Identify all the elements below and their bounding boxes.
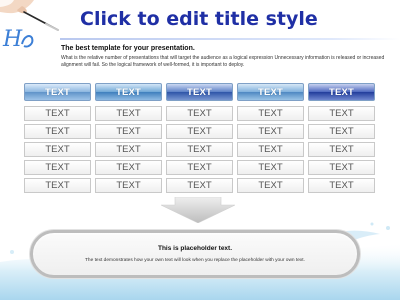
text-table: TEXT TEXT TEXT TEXT TEXT TEXT TEXT TEXT … (24, 83, 377, 195)
table-cell[interactable]: TEXT (308, 178, 375, 193)
table-cell[interactable]: TEXT (95, 106, 162, 121)
table-cell[interactable]: TEXT (166, 178, 233, 193)
table-header-cell[interactable]: TEXT (95, 83, 162, 101)
table-cell[interactable]: TEXT (95, 124, 162, 139)
placeholder-text-box[interactable]: This is placeholder text. The text demon… (30, 230, 360, 278)
table-cell[interactable]: TEXT (95, 142, 162, 157)
table-cell[interactable]: TEXT (308, 142, 375, 157)
title-divider (60, 38, 400, 40)
table-cell[interactable]: TEXT (308, 160, 375, 175)
table-cell[interactable]: TEXT (166, 142, 233, 157)
slide-body-text[interactable]: What is the relative number of presentat… (61, 55, 395, 69)
table-cell[interactable]: TEXT (24, 124, 91, 139)
table-cell[interactable]: TEXT (95, 160, 162, 175)
placeholder-body-text: The text demonstrates how your own text … (85, 258, 305, 263)
table-cell[interactable]: TEXT (95, 178, 162, 193)
down-arrow-icon (161, 197, 235, 223)
table-cell[interactable]: TEXT (166, 124, 233, 139)
table-cell[interactable]: TEXT (237, 142, 304, 157)
table-header-gap (24, 102, 375, 105)
table-header-cell[interactable]: TEXT (308, 83, 375, 101)
table-cell[interactable]: TEXT (166, 106, 233, 121)
table-cell[interactable]: TEXT (237, 178, 304, 193)
slide-subtitle[interactable]: The best template for your presentation. (61, 45, 391, 52)
table-cell[interactable]: TEXT (24, 160, 91, 175)
table-cell[interactable]: TEXT (237, 160, 304, 175)
placeholder-title: This is placeholder text. (157, 245, 233, 252)
table-cell[interactable]: TEXT (237, 124, 304, 139)
table-cell[interactable]: TEXT (308, 106, 375, 121)
table-header-cell[interactable]: TEXT (237, 83, 304, 101)
table-header-cell[interactable]: TEXT (24, 83, 91, 101)
table-cell[interactable]: TEXT (24, 106, 91, 121)
table-cell[interactable]: TEXT (24, 178, 91, 193)
table-cell[interactable]: TEXT (24, 142, 91, 157)
table-cell[interactable]: TEXT (308, 124, 375, 139)
brush-letters: H (2, 27, 23, 52)
slide-title[interactable]: Click to edit title style (80, 8, 390, 30)
table-cell[interactable]: TEXT (237, 106, 304, 121)
table-header-cell[interactable]: TEXT (166, 83, 233, 101)
table-cell[interactable]: TEXT (166, 160, 233, 175)
